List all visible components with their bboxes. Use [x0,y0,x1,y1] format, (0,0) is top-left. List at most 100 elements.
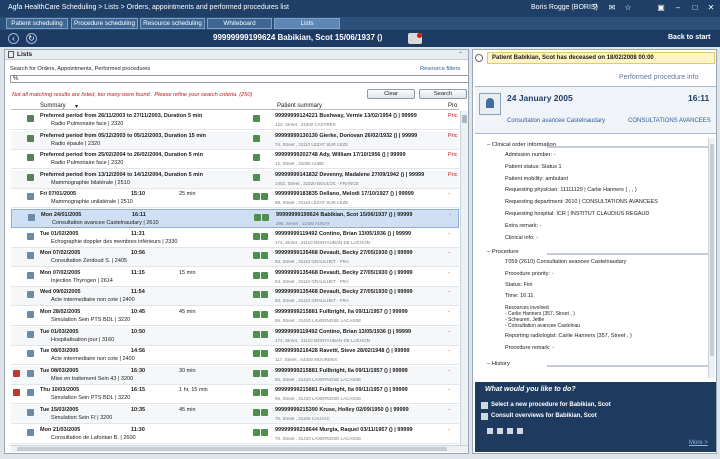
action-icon-2[interactable] [497,428,503,434]
order-icon [27,173,34,181]
vertical-scrollbar[interactable] [460,111,468,445]
table-row[interactable]: Preferred period from 26/11/2003 to 27/1… [11,111,459,130]
star-icon[interactable]: ☆ [623,3,633,13]
order-icon [27,154,34,162]
row-patient: 99999999183835 Dellano, Melodi 17/10/192… [275,191,414,198]
select-new-procedure-link[interactable]: Select a new procedure for Babikian, Sco… [491,402,611,408]
more-link[interactable]: More > [689,440,708,446]
tab-procedure-scheduling[interactable]: Procedure scheduling [71,18,138,29]
table-row[interactable]: Tue 08/03/2005 Mise en traitement Sein 43… [11,365,459,385]
row-patient: 99999999119492 Contino, Brian 13/05/1936… [275,230,412,237]
col-patient[interactable]: Patient summary [277,103,322,109]
table-row[interactable]: Preferred period from 05/12/2003 to 05/1… [11,130,459,150]
action-icon-4[interactable] [517,428,523,434]
row-patient: 99999999215881 Fullbright, Ila 09/11/195… [275,309,408,315]
row-date: Tue 08/03/2005 [40,348,79,355]
row-address: 95, Street , 31410 LAVERNOSE LACASSE [275,318,362,323]
clear-button[interactable]: Clear [367,89,415,99]
table-row[interactable]: Mon 07/02/2005 Injection Thyrogen | 2614 1… [11,268,459,287]
mail-icon[interactable]: ✉ [607,3,617,13]
table-row[interactable]: Tue 15/03/2005 Simulation Sein FI | 3200 1… [11,405,459,424]
col-pro[interactable]: Pro [448,103,457,109]
row-summary: Radio Pulmonaire face | 2320 [51,121,124,127]
table-row[interactable]: Mon 07/02/2005 Consultation Zerdoud S. | … [11,248,459,268]
collapse-icon[interactable]: ⌃ [458,51,463,58]
search-button[interactable]: Search [419,89,467,99]
table-row[interactable]: Mon 21/03/2005 Consultation de Lafontan B… [11,425,459,444]
section-history[interactable]: – History [487,361,708,369]
section-clinical-order[interactable]: – Clinical order information [487,142,708,150]
back-to-start-link[interactable]: Back to start [668,34,710,41]
row-summary: Consultation avancee Castelnaudary | 261… [52,220,159,226]
status-icon [253,134,260,142]
row-duration: 25 min [179,191,196,198]
resource-filters-link[interactable]: Resource filters [420,66,460,72]
status-icon-2 [261,350,268,358]
consult-overviews-link[interactable]: Consult overviews for Babikian, Scot [491,413,597,419]
procedure-date: 24 January 2005 [507,93,573,103]
sort-icon[interactable]: ▾ [75,103,78,110]
close-icon[interactable]: ✕ [706,3,716,13]
row-pro: - [448,289,450,296]
row-date: Thu 10/03/2005 [40,387,80,394]
table-row[interactable]: Preferred period from 25/02/2004 to 26/0… [11,150,459,170]
row-patient: 99999999135468 Devault, Becky 27/05/1930… [275,250,413,257]
order-field: Extra remark: - [505,222,542,229]
section-procedure[interactable]: – Procedure [487,249,708,257]
row-pro: - [448,426,450,433]
table-row-selected[interactable]: Mon 24/01/2005 Consultation avancee Caste… [11,209,459,228]
horizontal-scrollbar[interactable] [11,445,468,452]
procedure-department[interactable]: CONSULTATIONS AVANCEES [628,118,711,124]
table-row[interactable]: Thu 10/03/2005 Simulation Sein PTS BDL | … [11,385,459,405]
row-date: Tue 08/03/2005 [40,367,79,374]
row-time: 10:56 [131,250,146,257]
refresh-icon[interactable]: ↻ [26,33,37,44]
alert-icon[interactable] [408,33,422,44]
row-duration: 45 min [179,309,196,315]
status-icon-2 [261,428,268,436]
action-icon-3[interactable] [507,428,513,434]
table-row[interactable]: Tue 01/03/2005 Hospitalisation jour | 316… [11,326,459,346]
tab-whiteboard[interactable]: Whiteboard [207,18,272,29]
minimize-icon[interactable]: – [673,3,683,13]
row-date: Mon 07/02/2005 [40,269,81,276]
action-icon-1[interactable] [487,428,493,434]
tab-lists[interactable]: Lists [274,18,340,29]
status-icon-2 [261,409,268,416]
maximize-icon[interactable]: □ [690,3,700,13]
row-patient: 99999999135468 Devault, Becky 27/05/1930… [275,289,413,296]
tab-patient-scheduling[interactable]: Patient scheduling [6,18,68,29]
row-address: 12, Street , 31000 AUBE [275,161,325,167]
col-summary[interactable]: Summary [40,103,66,109]
appointment-icon [28,214,35,221]
row-pro: - [448,309,450,315]
back-arrow-icon[interactable]: ‹ [8,33,19,44]
search-input[interactable]: % [10,75,469,83]
row-address: 174, Street , 31110 MONTAUBAN DE LUCHON [275,337,371,343]
search-label: Search for Orders, Appointments, Perform… [10,66,151,72]
row-patient: 99999999135468 Devault, Becky 27/05/1930… [275,269,413,276]
row-pro: Pric [448,171,458,178]
help-icon[interactable]: ? [590,3,600,13]
status-icon-2 [261,232,268,240]
row-address: 95, Street , 31410 LAVERNOSE LACASSE [275,396,362,402]
pin-icon[interactable] [475,54,483,62]
tab-resource-scheduling[interactable]: Resource scheduling [140,18,205,29]
table-row[interactable]: Fri 07/01/2005 Mammographie unilatérale |… [11,189,459,209]
row-time: 11:30 [131,426,145,433]
layout-icon[interactable]: ▣ [656,3,666,13]
section-clinical-order-label: Clinical order information [491,142,556,148]
table-row[interactable]: Mon 28/02/2005 Simulation Sein PTS BDL | … [11,307,459,326]
table-row[interactable]: Tue 01/02/2005 Echographie doppler des me… [11,229,459,248]
table-row[interactable]: Wed 09/02/2005 Acte intermediaire non cot… [11,287,459,307]
appointment-icon [27,369,34,377]
procedure-code[interactable]: Consultation avancee Castelnaudary [507,118,605,124]
detail-scrollbar[interactable] [708,138,715,378]
row-patient: 99999999216428 Ravetti, Steve 28/02/1948… [275,348,410,355]
table-row[interactable]: Preferred period from 13/12/2004 to 14/1… [11,169,459,189]
row-time: 16:30 [131,367,146,374]
table-row[interactable]: Tue 08/03/2005 Acte intermediaire non cot… [11,346,459,366]
row-address: 70, Street , 31410 LAVERNOSE LACASSE [275,435,362,441]
row-address: 95, Street , 31410 LAVERNOSE LACASSE [275,376,362,382]
row-address: 174, Street , 31110 MONTAUBAN DE LUCHON [275,239,371,245]
